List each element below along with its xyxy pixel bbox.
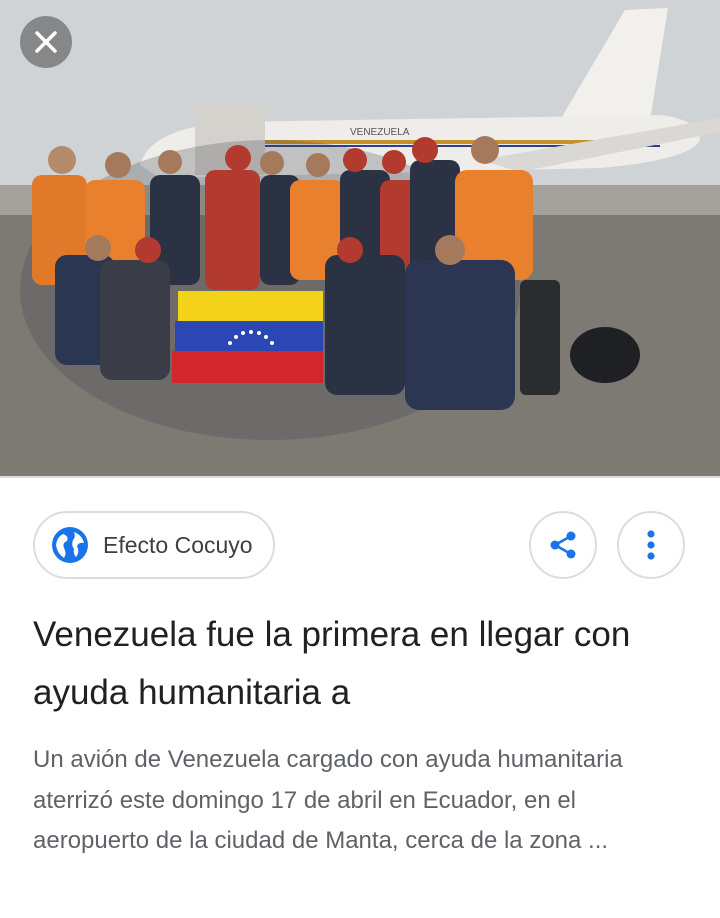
share-icon: [550, 531, 576, 559]
more-options-button[interactable]: [617, 511, 685, 579]
globe-icon: [52, 527, 88, 563]
close-icon: [35, 31, 57, 53]
article-title[interactable]: Venezuela fue la primera en llegar con a…: [33, 606, 693, 722]
article-image[interactable]: VENEZUELA: [0, 0, 720, 476]
divider: [0, 476, 720, 478]
more-vert-icon: [647, 530, 655, 560]
source-chip[interactable]: Efecto Cocuyo: [33, 511, 275, 579]
article-snippet: Un avión de Venezuela cargado con ayuda …: [33, 746, 623, 854]
share-button[interactable]: [529, 511, 597, 579]
close-button[interactable]: [20, 16, 72, 68]
plane-text: VENEZUELA: [350, 127, 410, 138]
source-name: Efecto Cocuyo: [103, 531, 253, 558]
rescue-team-photo: VENEZUELA: [0, 0, 720, 476]
